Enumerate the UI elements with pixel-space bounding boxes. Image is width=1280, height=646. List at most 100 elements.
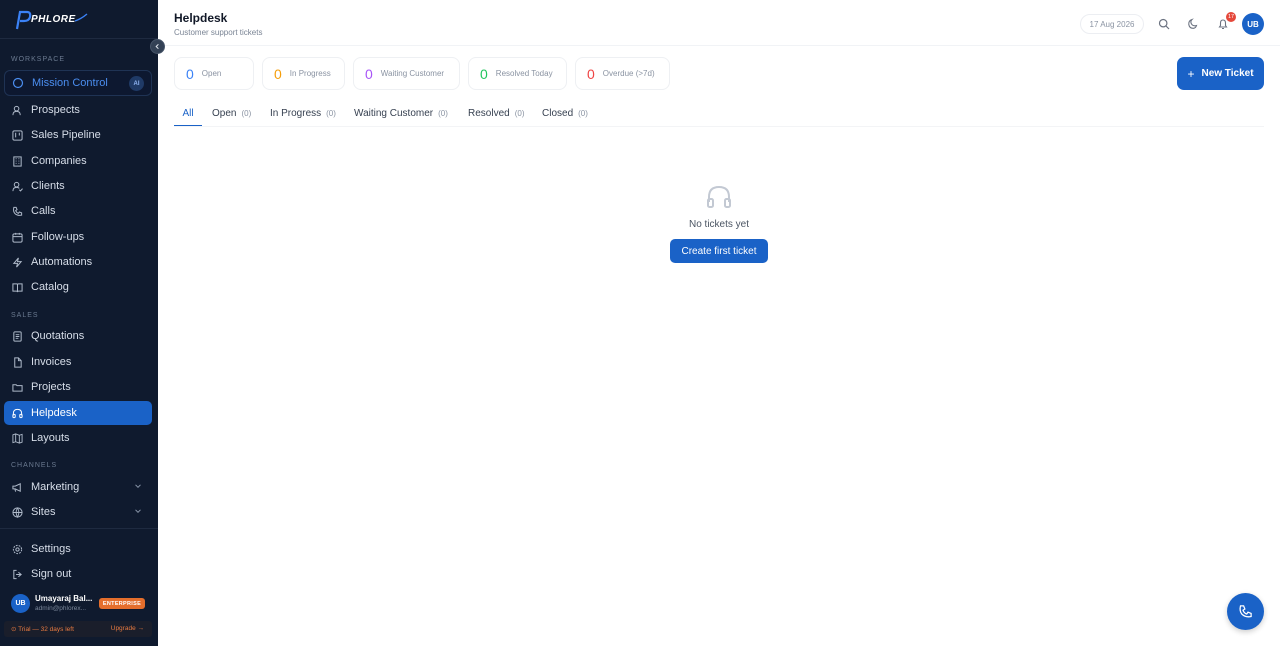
tab-label: Open bbox=[212, 108, 237, 119]
tab-count: (0) bbox=[578, 109, 588, 118]
avatar: UB bbox=[11, 594, 30, 613]
theme-toggle-button[interactable] bbox=[1187, 17, 1199, 29]
sidebar-item-projects[interactable]: Projects bbox=[4, 375, 152, 399]
sidebar-item-follow-ups[interactable]: Follow-ups bbox=[4, 225, 152, 249]
receipt-icon bbox=[11, 356, 23, 368]
call-fab-button[interactable] bbox=[1227, 593, 1264, 630]
stat-label: Resolved Today bbox=[495, 69, 553, 78]
moon-icon bbox=[1188, 18, 1198, 29]
user-name: Umayaraj Bal... bbox=[35, 594, 93, 603]
sidebar-item-label: Projects bbox=[31, 381, 71, 393]
stat-label: Waiting Customer bbox=[380, 69, 445, 78]
sidebar-item-clients[interactable]: Clients bbox=[4, 174, 152, 198]
sidebar-item-mission-control[interactable]: Mission Control AI bbox=[4, 70, 152, 96]
tab-in-progress[interactable]: In Progress (0) bbox=[270, 103, 336, 127]
stat-label: In Progress bbox=[289, 69, 331, 78]
sidebar-item-sign-out[interactable]: Sign out bbox=[4, 562, 152, 586]
tab-closed[interactable]: Closed (0) bbox=[542, 103, 588, 127]
tab-waiting-customer[interactable]: Waiting Customer (0) bbox=[354, 103, 448, 127]
stat-value: 0 bbox=[480, 65, 488, 82]
gear-icon bbox=[11, 543, 23, 555]
tab-label: Waiting Customer bbox=[354, 108, 434, 119]
page-title: Helpdesk bbox=[174, 11, 228, 25]
logo-mark-icon bbox=[15, 10, 32, 30]
sidebar-item-label: Prospects bbox=[31, 104, 80, 116]
headphones-icon bbox=[11, 407, 23, 419]
search-icon bbox=[1158, 18, 1170, 30]
create-first-ticket-button[interactable]: Create first ticket bbox=[670, 239, 768, 263]
sidebar-item-label: Calls bbox=[31, 205, 56, 217]
notification-count-badge: 17 bbox=[1226, 12, 1236, 22]
tab-resolved[interactable]: Resolved (0) bbox=[468, 103, 524, 127]
sidebar-item-layouts[interactable]: Layouts bbox=[4, 426, 152, 450]
ai-badge: AI bbox=[129, 76, 144, 91]
sidebar-item-label: Helpdesk bbox=[31, 407, 77, 419]
sidebar-item-prospects[interactable]: Prospects bbox=[4, 98, 152, 122]
sidebar-item-marketing[interactable]: Marketing bbox=[4, 475, 152, 499]
plus-icon: + bbox=[1187, 66, 1195, 81]
section-label-channels: CHANNELS bbox=[11, 462, 58, 469]
trial-banner: ⊙ Trial — 32 days left Upgrade → bbox=[4, 621, 152, 637]
sidebar-item-quotations[interactable]: Quotations bbox=[4, 324, 152, 348]
new-ticket-button[interactable]: + New Ticket bbox=[1177, 57, 1264, 90]
map-icon bbox=[11, 432, 23, 444]
calendar-icon bbox=[11, 231, 23, 243]
new-ticket-label: New Ticket bbox=[1201, 68, 1254, 79]
tab-label: Resolved bbox=[468, 108, 510, 119]
sidebar-item-label: Marketing bbox=[31, 481, 80, 493]
stat-card-in-progress: 0 In Progress bbox=[262, 57, 345, 90]
user-email: admin@phlorex... bbox=[35, 605, 87, 612]
sidebar-item-calls[interactable]: Calls bbox=[4, 199, 152, 223]
sidebar-item-catalog[interactable]: Catalog bbox=[4, 275, 152, 299]
phone-icon bbox=[1239, 605, 1252, 618]
sidebar-item-companies[interactable]: Companies bbox=[4, 149, 152, 173]
sidebar: PHLORE WORKSPACE Mission Control AI Pros… bbox=[0, 0, 158, 646]
top-header: Helpdesk Customer support tickets 17 Aug… bbox=[158, 0, 1280, 46]
logout-icon bbox=[11, 568, 23, 580]
sidebar-item-label: Clients bbox=[31, 180, 65, 192]
sidebar-item-label: Invoices bbox=[31, 356, 72, 368]
user-profile-card[interactable]: UB Umayaraj Bal... admin@phlorex... ENTE… bbox=[4, 590, 152, 619]
headphones-icon bbox=[707, 185, 731, 208]
sidebar-divider bbox=[0, 38, 158, 39]
sidebar-item-label: Catalog bbox=[31, 281, 69, 293]
trial-text: ⊙ Trial — 32 days left bbox=[11, 626, 74, 633]
sidebar-item-helpdesk[interactable]: Helpdesk bbox=[4, 401, 152, 425]
logo-swoosh-icon bbox=[74, 13, 88, 22]
tab-label: All bbox=[182, 108, 194, 119]
tab-count: (0) bbox=[438, 109, 448, 118]
sidebar-item-label: Sales Pipeline bbox=[31, 129, 101, 141]
sidebar-item-label: Quotations bbox=[31, 330, 85, 342]
sidebar-item-label: Mission Control bbox=[32, 77, 108, 89]
sidebar-item-settings[interactable]: Settings bbox=[4, 537, 152, 561]
kanban-icon bbox=[11, 129, 23, 141]
folder-icon bbox=[11, 381, 23, 393]
file-text-icon bbox=[11, 330, 23, 342]
stat-value: 0 bbox=[274, 65, 282, 82]
empty-state-message: No tickets yet bbox=[688, 219, 750, 230]
upgrade-link[interactable]: Upgrade → bbox=[111, 625, 144, 632]
sidebar-item-sales-pipeline[interactable]: Sales Pipeline bbox=[4, 123, 152, 147]
date-chip: 17 Aug 2026 bbox=[1080, 14, 1144, 34]
sidebar-item-label: Automations bbox=[31, 256, 93, 268]
sidebar-item-sites[interactable]: Sites bbox=[4, 500, 152, 524]
sidebar-collapse-button[interactable] bbox=[150, 39, 165, 54]
plan-badge: ENTERPRISE bbox=[99, 598, 145, 609]
book-icon bbox=[11, 281, 23, 293]
megaphone-icon bbox=[11, 481, 23, 493]
brand-logo[interactable]: PHLORE bbox=[14, 9, 88, 31]
search-button[interactable] bbox=[1158, 17, 1170, 30]
page-subtitle: Customer support tickets bbox=[174, 28, 263, 37]
globe-icon bbox=[11, 506, 23, 518]
target-icon bbox=[12, 77, 24, 89]
tab-all[interactable]: All bbox=[174, 103, 202, 127]
sidebar-item-label: Companies bbox=[31, 155, 87, 167]
stat-value: 0 bbox=[365, 65, 373, 82]
sidebar-item-invoices[interactable]: Invoices bbox=[4, 350, 152, 374]
tab-open[interactable]: Open (0) bbox=[212, 103, 251, 127]
tab-label: In Progress bbox=[270, 108, 322, 119]
section-label-sales: SALES bbox=[11, 312, 39, 319]
sidebar-item-automations[interactable]: Automations bbox=[4, 250, 152, 274]
sidebar-item-label: Settings bbox=[31, 543, 71, 555]
avatar[interactable]: UB bbox=[1242, 13, 1264, 35]
